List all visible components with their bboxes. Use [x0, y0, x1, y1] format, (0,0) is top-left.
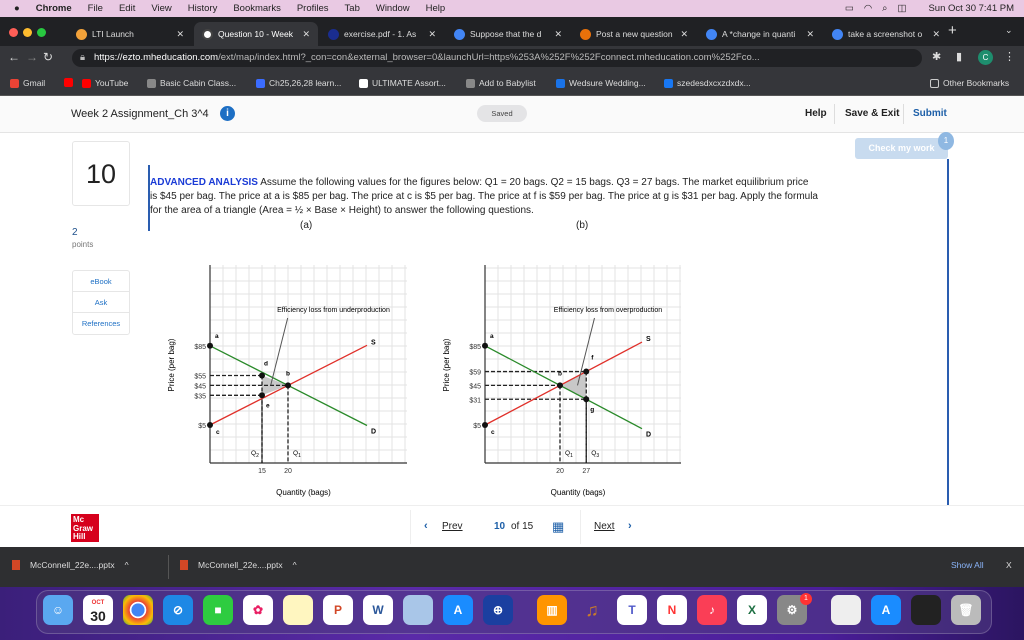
- y-tick-label: $5: [473, 423, 481, 430]
- prev-button[interactable]: Prev: [442, 521, 463, 532]
- x-axis-label: Quantity (bags): [276, 488, 331, 497]
- excel-icon[interactable]: X: [737, 595, 767, 625]
- point-label-d: d: [264, 361, 268, 368]
- download-item[interactable]: McConnell_22e....pptx ^: [12, 560, 129, 570]
- footer-nav: Mc Graw Hill ‹ Prev 10 of 15 ▦ Next ›: [0, 505, 1024, 547]
- divider: [410, 510, 411, 544]
- demand-label: D: [646, 432, 651, 439]
- chevron-up-icon[interactable]: ^: [293, 560, 297, 570]
- books-icon[interactable]: ▥: [537, 595, 567, 625]
- mcgraw-hill-logo: Mc Graw Hill: [71, 514, 99, 542]
- download-item[interactable]: McConnell_22e....pptx ^: [180, 560, 297, 570]
- q-label: Q2: [251, 450, 259, 459]
- y-tick-label: $55: [194, 374, 206, 381]
- calendar-day: 30: [90, 608, 106, 624]
- point-b: [285, 382, 291, 389]
- y-tick-label: $45: [469, 383, 481, 390]
- screenshot-icon[interactable]: ⊕: [483, 595, 513, 625]
- finder-icon[interactable]: ☺: [43, 595, 73, 625]
- pptx-file-icon: [12, 560, 20, 570]
- supply-label: S: [371, 339, 376, 346]
- y-tick-label: $45: [194, 383, 206, 390]
- teams-icon[interactable]: T: [617, 595, 647, 625]
- facetime-icon[interactable]: ■: [203, 595, 233, 625]
- chrome-icon[interactable]: [123, 595, 153, 625]
- download-filename: McConnell_22e....pptx: [198, 560, 283, 570]
- point-d: [259, 372, 265, 379]
- y-tick-label: $5: [198, 423, 206, 430]
- point-label-e: e: [266, 402, 270, 409]
- y-axis-label: Price (per bag): [442, 338, 451, 391]
- q-label: Q1: [293, 450, 301, 459]
- settings-badge: 1: [800, 593, 812, 605]
- demand-label: D: [371, 429, 376, 436]
- show-all-button[interactable]: Show All: [951, 560, 984, 570]
- x-tick-label: 15: [258, 468, 266, 475]
- question-total: of 15: [511, 521, 534, 532]
- notes-icon[interactable]: [283, 595, 313, 625]
- safari-icon[interactable]: ⊘: [163, 595, 193, 625]
- x-axis-label: Quantity (bags): [551, 488, 606, 497]
- point-label-c: c: [216, 429, 220, 436]
- printer-icon[interactable]: [831, 595, 861, 625]
- point-a: [207, 342, 213, 349]
- photos-icon[interactable]: ✿: [243, 595, 273, 625]
- divider: [580, 510, 581, 544]
- word-icon[interactable]: W: [363, 595, 393, 625]
- grid-icon[interactable]: ▦: [552, 519, 564, 535]
- next-chevron-icon[interactable]: ›: [628, 520, 632, 532]
- q-label: Q3: [591, 450, 599, 459]
- prev-chevron-icon[interactable]: ‹: [424, 520, 428, 532]
- point-label-a: a: [490, 333, 494, 340]
- dock: ☺ OCT 30 ⊘ ■ ✿ P W A ⊕ ▥ ♫ T N ♪ X ⚙ 1 A …: [36, 590, 992, 634]
- calendar-icon[interactable]: OCT 30: [83, 595, 113, 625]
- stack-folder-icon[interactable]: [911, 595, 941, 625]
- powerpoint-icon[interactable]: P: [323, 595, 353, 625]
- x-tick-label: 27: [582, 468, 590, 475]
- close-downloads-button[interactable]: X: [1006, 560, 1012, 570]
- current-question: 10: [494, 521, 506, 532]
- music-icon[interactable]: ♪: [697, 595, 727, 625]
- point-c: [207, 422, 213, 428]
- annotation-label: Efficiency loss from underproduction: [277, 307, 390, 314]
- x-tick-label: 20: [556, 468, 564, 475]
- point-label-b: b: [286, 370, 290, 377]
- downloads-bar: McConnell_22e....pptx ^ McConnell_22e....…: [0, 547, 1024, 587]
- download-filename: McConnell_22e....pptx: [30, 560, 115, 570]
- efficiency-loss-triangle: [560, 371, 587, 400]
- app-store-folder-icon[interactable]: A: [871, 595, 901, 625]
- trash-icon[interactable]: 🗑︎: [951, 595, 981, 625]
- supply-label: S: [646, 336, 651, 343]
- garageband-icon[interactable]: ♫: [577, 595, 607, 625]
- point-f: [583, 368, 590, 375]
- divider: [168, 555, 169, 579]
- y-tick-label: $85: [194, 344, 206, 351]
- next-button[interactable]: Next: [594, 521, 615, 532]
- annotation-label: Efficiency loss from overproduction: [554, 307, 663, 314]
- y-tick-label: $59: [469, 370, 481, 377]
- news-icon[interactable]: N: [657, 595, 687, 625]
- point-g: [583, 396, 590, 403]
- preview-icon[interactable]: [403, 595, 433, 625]
- point-a: [482, 342, 488, 349]
- y-tick-label: $35: [194, 393, 206, 400]
- pptx-file-icon: [180, 560, 188, 570]
- point-label-a: a: [215, 333, 219, 340]
- x-tick-label: 20: [284, 468, 292, 475]
- point-label-g: g: [590, 406, 594, 413]
- app-store-icon[interactable]: A: [443, 595, 473, 625]
- point-b: [557, 382, 563, 389]
- point-c: [482, 422, 488, 428]
- y-tick-label: $31: [469, 397, 481, 404]
- y-axis-label: Price (per bag): [167, 338, 176, 391]
- y-tick-label: $85: [469, 344, 481, 351]
- point-label-b: b: [558, 370, 562, 377]
- point-label-f: f: [591, 355, 594, 362]
- point-e: [259, 392, 265, 399]
- q-label: Q1: [565, 450, 573, 459]
- chevron-up-icon[interactable]: ^: [125, 560, 129, 570]
- point-label-c: c: [491, 429, 495, 436]
